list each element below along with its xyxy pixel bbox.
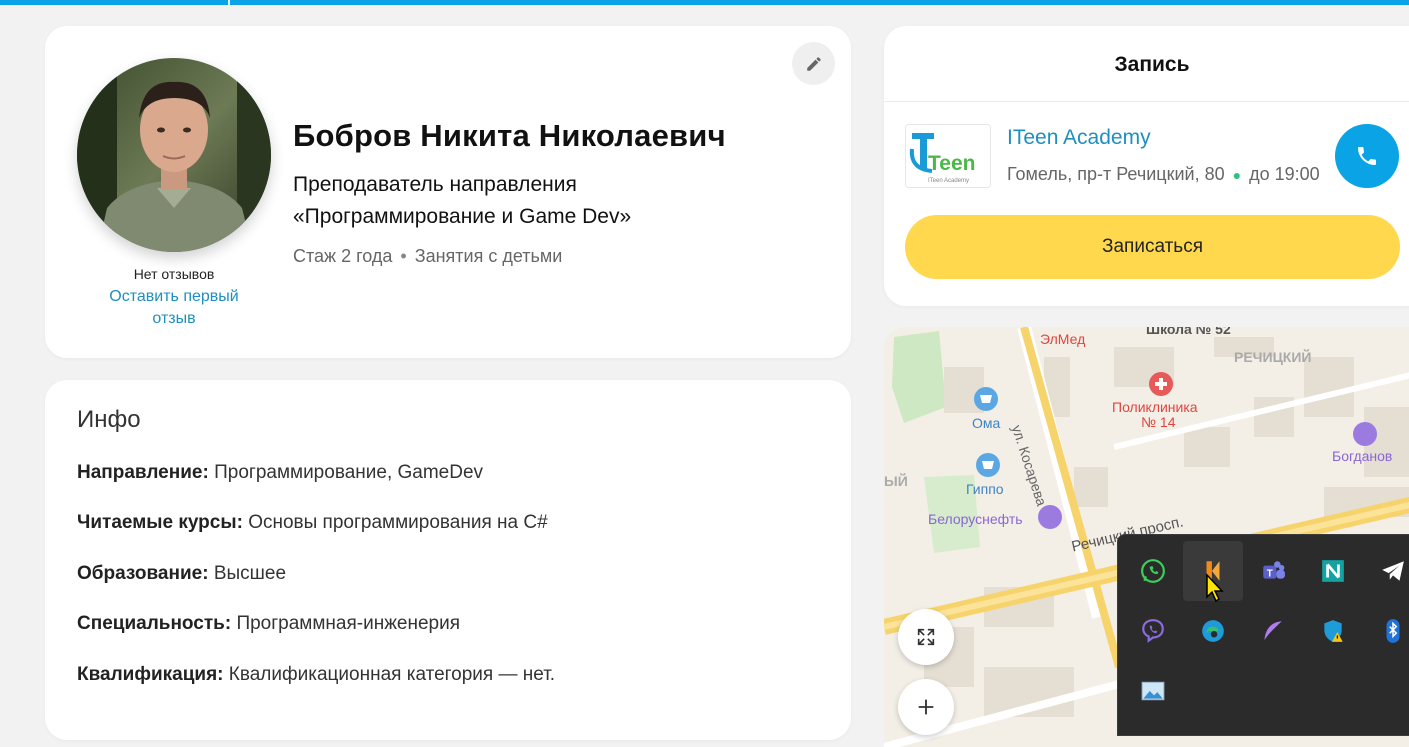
tray-telegram[interactable]	[1363, 541, 1409, 601]
experience-label: Стаж 2 года	[293, 246, 393, 266]
teacher-meta: Стаж 2 года • Занятия с детьми	[293, 246, 562, 267]
map-label-school: Школа № 52	[1146, 327, 1231, 337]
profile-card: Нет отзывов Оставить первый отзыв Бобров…	[45, 26, 851, 358]
no-reviews-label: Нет отзывов	[133, 266, 215, 282]
divider	[884, 101, 1409, 102]
hours-text: до 19:00	[1249, 164, 1320, 184]
map-label-yy: ЫЙ	[884, 473, 908, 489]
avatar	[77, 58, 271, 252]
tray-image-viewer[interactable]	[1123, 661, 1183, 721]
info-value: Программная-инженерия	[236, 613, 461, 634]
map-label-polyclinic-1: Поликлиника	[1112, 399, 1198, 415]
map-label-elmed: ЭлМед	[1040, 331, 1086, 347]
info-label: Квалификация:	[77, 664, 224, 685]
booking-title: Запись	[1114, 53, 1190, 76]
info-label: Образование:	[77, 563, 209, 584]
edit-button[interactable]	[792, 42, 835, 85]
whatsapp-icon	[1141, 559, 1165, 583]
leave-review-link[interactable]: Оставить первый отзыв	[93, 286, 255, 330]
logo-subtext: ITeen Academy	[928, 178, 969, 184]
feather-icon	[1263, 621, 1282, 642]
info-row-qualification: Квалификация: Квалификационная категория…	[77, 664, 555, 686]
info-row-direction: Направление: Программирование, GameDev	[77, 462, 483, 484]
tray-whatsapp[interactable]	[1123, 541, 1183, 601]
meta-separator: •	[400, 246, 407, 266]
tray-defender[interactable]	[1303, 601, 1363, 661]
info-value: Программирование, GameDev	[214, 462, 484, 483]
tray-viber[interactable]	[1123, 601, 1183, 661]
map-label-rechitsky: РЕЧИЦКИЙ	[1234, 349, 1312, 365]
telegram-icon	[1382, 561, 1404, 581]
tray-teams[interactable]: T	[1243, 541, 1303, 601]
map-label-oma: Ома	[972, 415, 1001, 431]
map-fullscreen-button[interactable]	[898, 609, 954, 665]
svg-text:T: T	[1267, 568, 1273, 579]
academy-address: Гомель, пр-т Речицкий, 80 ● до 19:00	[1007, 164, 1320, 185]
info-label: Направление:	[77, 462, 209, 483]
edge-icon	[1202, 620, 1224, 642]
info-value: Квалификационная категория — нет.	[228, 664, 556, 685]
tray-feather-app[interactable]	[1243, 601, 1303, 661]
open-status-dot: ●	[1232, 167, 1242, 183]
viber-icon	[1142, 619, 1164, 643]
tray-app-orange[interactable]	[1183, 541, 1243, 603]
expand-icon	[917, 628, 935, 646]
info-value: Основы программирования на C#	[248, 512, 548, 533]
pencil-icon	[806, 56, 821, 71]
position-line-1: Преподаватель направления	[293, 173, 577, 196]
teams-icon: T	[1263, 561, 1285, 579]
children-label: Занятия с детьми	[414, 246, 563, 266]
map-label-belorusneft: Белоруснефть	[928, 511, 1023, 527]
info-row-education: Образование: Высшее	[77, 563, 286, 585]
booking-card: Запись Teen ITeen Academy ITeen Academy …	[884, 26, 1409, 306]
tray-edge[interactable]	[1183, 601, 1243, 661]
tray-n-app[interactable]	[1303, 541, 1363, 601]
map-label-bogdanov: Богданов	[1332, 448, 1393, 464]
notion-like-icon	[1322, 560, 1344, 582]
info-title: Инфо	[77, 406, 141, 433]
teacher-name: Бобров Никита Николаевич	[293, 118, 726, 153]
map-label-polyclinic-2: № 14	[1141, 414, 1176, 430]
tray-bluetooth[interactable]	[1363, 601, 1409, 661]
top-progress-bar	[0, 0, 1409, 5]
image-viewer-icon	[1141, 681, 1165, 701]
map-zoom-in-button[interactable]	[898, 679, 954, 735]
map-label-gippo: Гиппо	[966, 481, 1004, 497]
plus-icon	[918, 699, 934, 715]
signup-button[interactable]: Записаться	[905, 215, 1400, 279]
bluetooth-icon	[1386, 619, 1400, 643]
info-row-courses: Читаемые курсы: Основы программирования …	[77, 512, 548, 534]
teacher-position: Преподаватель направления «Программирова…	[293, 169, 733, 233]
address-text: Гомель, пр-т Речицкий, 80	[1007, 164, 1225, 184]
defender-warning-icon	[1324, 620, 1343, 642]
academy-link[interactable]: ITeen Academy	[1007, 126, 1151, 150]
position-line-2: «Программирование и Game Dev»	[293, 205, 632, 228]
mouse-cursor-icon	[1206, 573, 1224, 603]
academy-logo[interactable]: Teen ITeen Academy	[905, 124, 991, 188]
info-value: Высшее	[213, 563, 287, 584]
phone-icon	[1358, 147, 1376, 165]
info-label: Читаемые курсы:	[77, 512, 243, 533]
info-label: Специальность:	[77, 613, 232, 634]
info-row-specialty: Специальность: Программная-инженерия	[77, 613, 460, 635]
system-tray-overflow: T	[1117, 534, 1409, 736]
info-card: Инфо Направление: Программирование, Game…	[45, 380, 851, 740]
logo-text: Teen	[928, 152, 975, 175]
call-button[interactable]	[1335, 124, 1399, 188]
